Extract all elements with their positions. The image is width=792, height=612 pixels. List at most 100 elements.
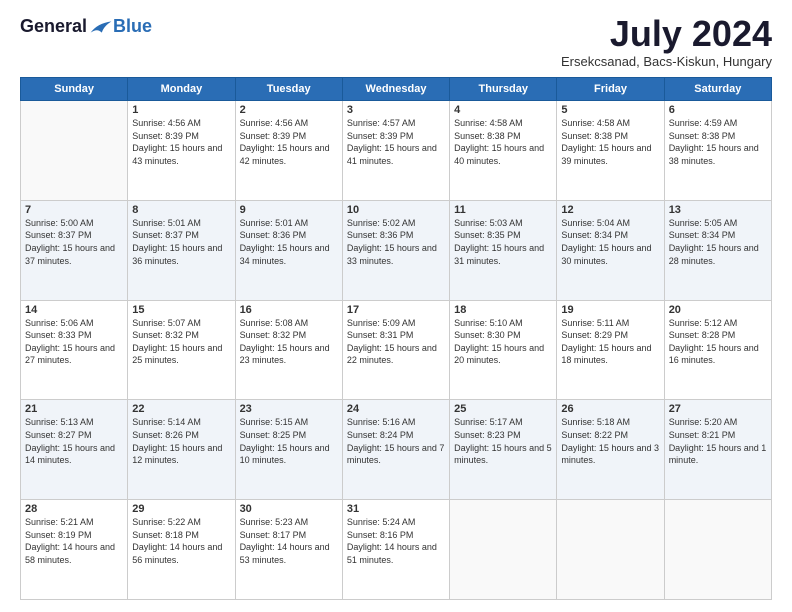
sunset-text: Sunset: 8:24 PM [347, 429, 445, 442]
day-info: Sunrise: 5:16 AMSunset: 8:24 PMDaylight:… [347, 416, 445, 466]
day-info: Sunrise: 5:11 AMSunset: 8:29 PMDaylight:… [561, 317, 659, 367]
header-saturday: Saturday [664, 78, 771, 101]
day-info: Sunrise: 5:10 AMSunset: 8:30 PMDaylight:… [454, 317, 552, 367]
logo-general-text: General [20, 16, 87, 37]
day-number: 5 [561, 104, 659, 116]
sunrise-text: Sunrise: 5:12 AM [669, 317, 767, 330]
sunrise-text: Sunrise: 5:10 AM [454, 317, 552, 330]
day-info: Sunrise: 5:18 AMSunset: 8:22 PMDaylight:… [561, 416, 659, 466]
day-info: Sunrise: 4:58 AMSunset: 8:38 PMDaylight:… [561, 117, 659, 167]
sunrise-text: Sunrise: 5:13 AM [25, 416, 123, 429]
sunrise-text: Sunrise: 5:14 AM [132, 416, 230, 429]
sunset-text: Sunset: 8:36 PM [240, 229, 338, 242]
sunset-text: Sunset: 8:33 PM [25, 329, 123, 342]
day-number: 1 [132, 104, 230, 116]
daylight-text: Daylight: 15 hours and 30 minutes. [561, 242, 659, 267]
sunrise-text: Sunrise: 5:01 AM [240, 217, 338, 230]
day-number: 16 [240, 304, 338, 316]
daylight-text: Daylight: 15 hours and 40 minutes. [454, 142, 552, 167]
day-info: Sunrise: 5:00 AMSunset: 8:37 PMDaylight:… [25, 217, 123, 267]
day-number: 27 [669, 403, 767, 415]
table-cell: 19Sunrise: 5:11 AMSunset: 8:29 PMDayligh… [557, 300, 664, 400]
daylight-text: Daylight: 14 hours and 58 minutes. [25, 541, 123, 566]
weekday-header-row: Sunday Monday Tuesday Wednesday Thursday… [21, 78, 772, 101]
day-info: Sunrise: 5:21 AMSunset: 8:19 PMDaylight:… [25, 516, 123, 566]
sunrise-text: Sunrise: 4:56 AM [132, 117, 230, 130]
daylight-text: Daylight: 15 hours and 16 minutes. [669, 342, 767, 367]
daylight-text: Daylight: 15 hours and 36 minutes. [132, 242, 230, 267]
day-number: 19 [561, 304, 659, 316]
sunrise-text: Sunrise: 4:58 AM [561, 117, 659, 130]
day-info: Sunrise: 5:07 AMSunset: 8:32 PMDaylight:… [132, 317, 230, 367]
day-info: Sunrise: 4:58 AMSunset: 8:38 PMDaylight:… [454, 117, 552, 167]
sunrise-text: Sunrise: 5:05 AM [669, 217, 767, 230]
table-cell: 29Sunrise: 5:22 AMSunset: 8:18 PMDayligh… [128, 500, 235, 600]
sunset-text: Sunset: 8:16 PM [347, 529, 445, 542]
sunset-text: Sunset: 8:28 PM [669, 329, 767, 342]
table-cell: 5Sunrise: 4:58 AMSunset: 8:38 PMDaylight… [557, 101, 664, 201]
table-cell: 27Sunrise: 5:20 AMSunset: 8:21 PMDayligh… [664, 400, 771, 500]
day-info: Sunrise: 5:02 AMSunset: 8:36 PMDaylight:… [347, 217, 445, 267]
table-cell: 13Sunrise: 5:05 AMSunset: 8:34 PMDayligh… [664, 200, 771, 300]
table-cell: 25Sunrise: 5:17 AMSunset: 8:23 PMDayligh… [450, 400, 557, 500]
day-number: 10 [347, 204, 445, 216]
daylight-text: Daylight: 15 hours and 22 minutes. [347, 342, 445, 367]
day-info: Sunrise: 5:13 AMSunset: 8:27 PMDaylight:… [25, 416, 123, 466]
table-cell [450, 500, 557, 600]
table-cell: 23Sunrise: 5:15 AMSunset: 8:25 PMDayligh… [235, 400, 342, 500]
daylight-text: Daylight: 15 hours and 5 minutes. [454, 442, 552, 467]
table-cell [557, 500, 664, 600]
sunset-text: Sunset: 8:21 PM [669, 429, 767, 442]
daylight-text: Daylight: 14 hours and 56 minutes. [132, 541, 230, 566]
sunset-text: Sunset: 8:29 PM [561, 329, 659, 342]
sunrise-text: Sunrise: 5:22 AM [132, 516, 230, 529]
sunrise-text: Sunrise: 5:04 AM [561, 217, 659, 230]
table-cell: 9Sunrise: 5:01 AMSunset: 8:36 PMDaylight… [235, 200, 342, 300]
sunrise-text: Sunrise: 5:16 AM [347, 416, 445, 429]
day-number: 25 [454, 403, 552, 415]
day-number: 29 [132, 503, 230, 515]
daylight-text: Daylight: 15 hours and 28 minutes. [669, 242, 767, 267]
sunset-text: Sunset: 8:31 PM [347, 329, 445, 342]
sunset-text: Sunset: 8:39 PM [240, 130, 338, 143]
header-tuesday: Tuesday [235, 78, 342, 101]
sunrise-text: Sunrise: 5:09 AM [347, 317, 445, 330]
table-cell: 6Sunrise: 4:59 AMSunset: 8:38 PMDaylight… [664, 101, 771, 201]
table-cell: 14Sunrise: 5:06 AMSunset: 8:33 PMDayligh… [21, 300, 128, 400]
day-number: 9 [240, 204, 338, 216]
day-info: Sunrise: 5:23 AMSunset: 8:17 PMDaylight:… [240, 516, 338, 566]
day-number: 20 [669, 304, 767, 316]
sunrise-text: Sunrise: 5:02 AM [347, 217, 445, 230]
day-info: Sunrise: 5:17 AMSunset: 8:23 PMDaylight:… [454, 416, 552, 466]
table-cell: 22Sunrise: 5:14 AMSunset: 8:26 PMDayligh… [128, 400, 235, 500]
day-info: Sunrise: 5:15 AMSunset: 8:25 PMDaylight:… [240, 416, 338, 466]
sunrise-text: Sunrise: 5:07 AM [132, 317, 230, 330]
sunrise-text: Sunrise: 5:24 AM [347, 516, 445, 529]
day-info: Sunrise: 4:57 AMSunset: 8:39 PMDaylight:… [347, 117, 445, 167]
day-info: Sunrise: 5:03 AMSunset: 8:35 PMDaylight:… [454, 217, 552, 267]
daylight-text: Daylight: 15 hours and 41 minutes. [347, 142, 445, 167]
daylight-text: Daylight: 15 hours and 43 minutes. [132, 142, 230, 167]
sunset-text: Sunset: 8:23 PM [454, 429, 552, 442]
calendar-week-row: 21Sunrise: 5:13 AMSunset: 8:27 PMDayligh… [21, 400, 772, 500]
sunset-text: Sunset: 8:22 PM [561, 429, 659, 442]
sunrise-text: Sunrise: 5:08 AM [240, 317, 338, 330]
daylight-text: Daylight: 15 hours and 12 minutes. [132, 442, 230, 467]
daylight-text: Daylight: 15 hours and 42 minutes. [240, 142, 338, 167]
table-cell: 17Sunrise: 5:09 AMSunset: 8:31 PMDayligh… [342, 300, 449, 400]
sunset-text: Sunset: 8:18 PM [132, 529, 230, 542]
sunrise-text: Sunrise: 5:06 AM [25, 317, 123, 330]
day-number: 31 [347, 503, 445, 515]
logo-blue-text: Blue [113, 16, 152, 37]
calendar-week-row: 7Sunrise: 5:00 AMSunset: 8:37 PMDaylight… [21, 200, 772, 300]
sunset-text: Sunset: 8:38 PM [669, 130, 767, 143]
day-number: 2 [240, 104, 338, 116]
table-cell: 12Sunrise: 5:04 AMSunset: 8:34 PMDayligh… [557, 200, 664, 300]
sunset-text: Sunset: 8:38 PM [561, 130, 659, 143]
day-number: 26 [561, 403, 659, 415]
sunrise-text: Sunrise: 5:23 AM [240, 516, 338, 529]
calendar-body: 1Sunrise: 4:56 AMSunset: 8:39 PMDaylight… [21, 101, 772, 600]
day-number: 7 [25, 204, 123, 216]
daylight-text: Daylight: 15 hours and 25 minutes. [132, 342, 230, 367]
table-cell: 26Sunrise: 5:18 AMSunset: 8:22 PMDayligh… [557, 400, 664, 500]
